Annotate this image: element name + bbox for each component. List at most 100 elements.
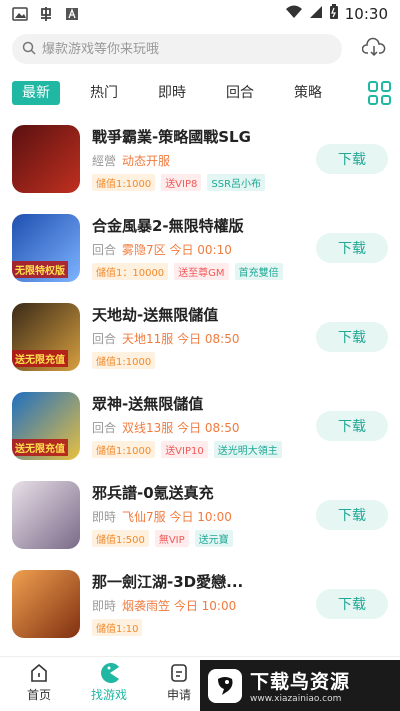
thumb-badge: 无限特权版 [12, 260, 68, 278]
cloud-download-icon [361, 37, 386, 61]
download-manager-button[interactable] [360, 35, 388, 63]
search-icon [22, 40, 36, 59]
game-icon[interactable] [12, 124, 80, 193]
game-tags: 儲值1:1000 [92, 352, 316, 369]
game-category: 即時 [92, 599, 117, 613]
game-row[interactable]: 那一劍江湖-3D愛戀... 即時 烟袭雨笠 今日 10:00 儲值1:10 下载 [0, 559, 400, 648]
status-bar: 10:30 [0, 0, 400, 28]
game-title: 那一劍江湖-3D愛戀... [92, 573, 244, 591]
game-server: 动态开服 [122, 154, 171, 168]
text-notification-icon [64, 7, 80, 21]
wifi-icon [285, 5, 303, 23]
game-meta: 回合 天地11服 今日 08:50 [92, 330, 316, 347]
tab-latest[interactable]: 最新 [12, 81, 60, 105]
game-tag: 送元寶 [194, 530, 233, 547]
download-button[interactable]: 下载 [316, 588, 388, 619]
tab-hot[interactable]: 热门 [80, 81, 128, 105]
game-tag: 送VIP8 [161, 174, 202, 191]
game-tag: 送VIP10 [161, 441, 208, 458]
game-category: 回合 [92, 332, 117, 346]
game-tag: 無VIP [154, 530, 189, 547]
game-list: 戰爭霸業-策略國戰SLG 經營 动态开服 儲值1:1000 送VIP8 SSR呂小布 … [0, 114, 400, 648]
tab-realtime[interactable]: 即時 [148, 81, 196, 105]
home-icon [29, 663, 49, 683]
game-title: 眾神-送無限儲值 [92, 395, 204, 413]
all-categories-grid-icon[interactable] [368, 81, 392, 105]
watermark-url: www.xiazainiao.com [250, 694, 342, 704]
game-title: 天地劫-送無限儲值 [92, 306, 219, 324]
download-button[interactable]: 下载 [316, 410, 388, 441]
game-info: 天地劫-送無限儲值 回合 天地11服 今日 08:50 儲值1:1000 [92, 304, 316, 369]
game-tag: 送光明大領主 [213, 441, 282, 458]
image-notification-icon [12, 7, 28, 21]
game-row[interactable]: 送无限充值 眾神-送無限儲值 回合 双线13服 今日 08:50 儲值1:1000… [0, 381, 400, 470]
search-row [12, 33, 388, 65]
nav-home-label: 首页 [26, 688, 51, 702]
game-tag: 儲值1:1000 [92, 441, 156, 458]
game-meta: 回合 双线13服 今日 08:50 [92, 419, 316, 436]
site-watermark: 下载鸟资源 www.xiazainiao.com [200, 660, 400, 711]
game-tags: 儲值1:1000 送VIP8 SSR呂小布 [92, 174, 316, 191]
game-meta: 即時 烟袭雨笠 今日 10:00 [92, 597, 316, 614]
signal-icon [309, 5, 323, 23]
game-category: 經營 [92, 154, 117, 168]
game-info: 邪兵譜-0氪送真充 即時 飞仙7服 今日 10:00 儲值1:500 無VIP 送元寶 [92, 482, 316, 547]
thumb-badge: 送无限充值 [12, 438, 68, 456]
game-title: 合金風暴2-無限特權版 [92, 217, 244, 235]
game-icon[interactable]: 送无限充值 [12, 302, 80, 371]
pacman-icon [99, 663, 119, 683]
game-category: 回合 [92, 243, 117, 257]
game-server: 天地11服 今日 08:50 [122, 332, 240, 346]
game-server: 双线13服 今日 08:50 [122, 421, 240, 435]
game-info: 眾神-送無限儲值 回合 双线13服 今日 08:50 儲值1:1000 送VIP10… [92, 393, 316, 458]
game-tags: 儲值1:500 無VIP 送元寶 [92, 530, 316, 547]
game-tag: 儲值1：10000 [92, 263, 169, 280]
game-tag: 儲值1:10 [92, 619, 143, 636]
game-info: 那一劍江湖-3D愛戀... 即時 烟袭雨笠 今日 10:00 儲值1:10 [92, 571, 316, 636]
app-notification-icon [38, 7, 54, 21]
game-meta: 即時 飞仙7服 今日 10:00 [92, 508, 316, 525]
game-meta: 經營 动态开服 [92, 152, 316, 169]
tab-turn-based[interactable]: 回合 [216, 81, 264, 105]
thumb-badge: 送无限充值 [12, 349, 68, 367]
game-tags: 儲值1：10000 送至尊GM 首充雙倍 [92, 263, 316, 280]
game-tag: 送至尊GM [174, 263, 229, 280]
game-icon[interactable]: 无限特权版 [12, 213, 80, 282]
download-button[interactable]: 下载 [316, 143, 388, 174]
game-tag: 儲值1:1000 [92, 352, 156, 369]
game-tag: SSR呂小布 [207, 174, 266, 191]
game-row[interactable]: 送无限充值 天地劫-送無限儲值 回合 天地11服 今日 08:50 儲值1:100… [0, 292, 400, 381]
game-title: 邪兵譜-0氪送真充 [92, 484, 214, 502]
game-title: 戰爭霸業-策略國戰SLG [92, 128, 251, 146]
nav-home[interactable]: 首页 [8, 657, 70, 711]
nav-find-games-label: 找游戏 [90, 688, 127, 702]
game-server: 飞仙7服 今日 10:00 [122, 510, 232, 524]
game-tags: 儲值1:10 [92, 619, 316, 636]
game-tag: 儲值1:500 [92, 530, 149, 547]
game-icon[interactable] [12, 480, 80, 549]
game-category: 回合 [92, 421, 117, 435]
game-meta: 回合 雾隐7区 今日 00:10 [92, 241, 316, 258]
download-button[interactable]: 下载 [316, 232, 388, 263]
game-icon[interactable]: 送无限充值 [12, 391, 80, 460]
search-input[interactable] [42, 41, 322, 57]
download-button[interactable]: 下载 [316, 321, 388, 352]
game-tags: 儲值1:1000 送VIP10 送光明大領主 [92, 441, 316, 458]
category-tabs: 最新 热门 即時 回合 策略 [12, 80, 392, 106]
tab-strategy[interactable]: 策略 [284, 81, 332, 105]
game-server: 雾隐7区 今日 00:10 [122, 243, 232, 257]
search-box[interactable] [12, 34, 342, 64]
battery-icon [329, 4, 339, 24]
game-icon[interactable] [12, 569, 80, 638]
game-row[interactable]: 戰爭霸業-策略國戰SLG 經營 动态开服 儲值1:1000 送VIP8 SSR呂小布 … [0, 114, 400, 203]
nav-find-games[interactable]: 找游戏 [78, 657, 140, 711]
game-info: 合金風暴2-無限特權版 回合 雾隐7区 今日 00:10 儲值1：10000 送至尊… [92, 215, 316, 280]
game-category: 即時 [92, 510, 117, 524]
watermark-title: 下载鸟资源 [250, 671, 351, 693]
game-info: 戰爭霸業-策略國戰SLG 經營 动态开服 儲值1:1000 送VIP8 SSR呂小布 [92, 126, 316, 191]
download-button[interactable]: 下载 [316, 499, 388, 530]
game-row[interactable]: 无限特权版 合金風暴2-無限特權版 回合 雾隐7区 今日 00:10 儲值1：10… [0, 203, 400, 292]
game-row[interactable]: 邪兵譜-0氪送真充 即時 飞仙7服 今日 10:00 儲值1:500 無VIP 送元寶… [0, 470, 400, 559]
game-tag: 儲值1:1000 [92, 174, 156, 191]
game-tag: 首充雙倍 [234, 263, 283, 280]
